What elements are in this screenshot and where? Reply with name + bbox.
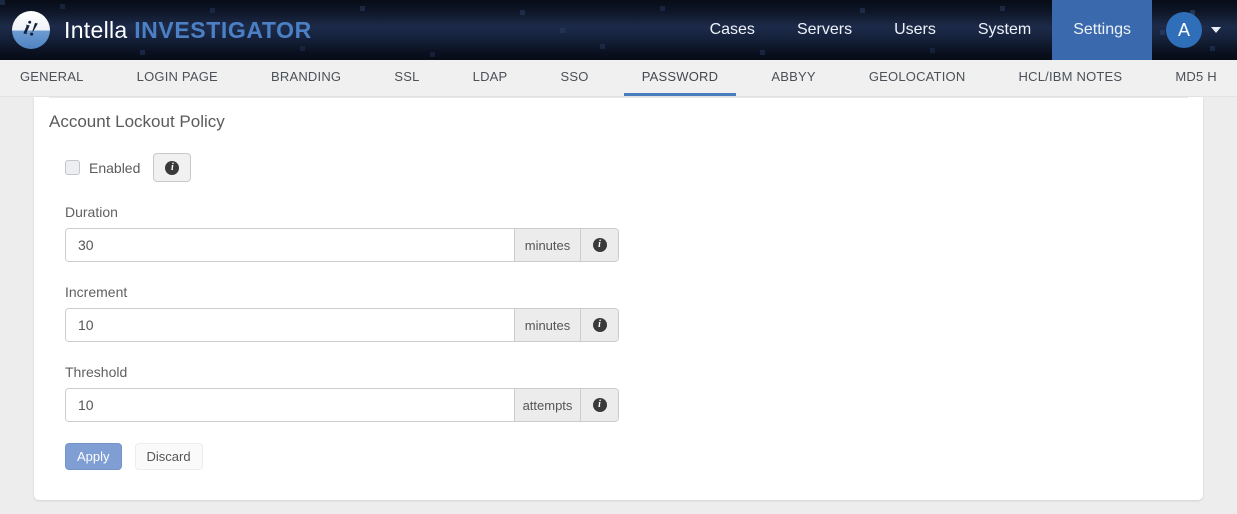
threshold-input[interactable] xyxy=(66,389,514,421)
info-icon: i xyxy=(165,161,179,175)
increment-label: Increment xyxy=(65,284,1188,300)
section-title: Account Lockout Policy xyxy=(49,112,1188,132)
increment-input[interactable] xyxy=(66,309,514,341)
increment-info-button[interactable]: i xyxy=(580,309,618,341)
intella-logo-icon: i! xyxy=(12,11,50,49)
tab-ssl[interactable]: SSL xyxy=(376,60,437,96)
tab-password[interactable]: PASSWORD xyxy=(624,60,736,96)
duration-label: Duration xyxy=(65,204,1188,220)
tab-general[interactable]: GENERAL xyxy=(2,60,102,96)
enabled-row: Enabled i xyxy=(65,153,1188,182)
increment-unit-addon: minutes xyxy=(514,309,580,341)
tab-abbyy[interactable]: ABBYY xyxy=(753,60,833,96)
duration-input-group: minutes i xyxy=(65,228,619,262)
brand-name: Intella xyxy=(64,17,127,43)
info-icon: i xyxy=(593,318,607,332)
enabled-checkbox[interactable] xyxy=(65,160,80,175)
duration-field: Duration minutes i xyxy=(65,204,1188,262)
tab-sso[interactable]: SSO xyxy=(543,60,607,96)
enabled-info-button[interactable]: i xyxy=(153,153,191,182)
tab-hcl-ibm-notes[interactable]: HCL/IBM NOTES xyxy=(1001,60,1141,96)
nav-item-users[interactable]: Users xyxy=(873,0,957,60)
nav-item-system[interactable]: System xyxy=(957,0,1052,60)
increment-input-group: minutes i xyxy=(65,308,619,342)
settings-tabbar: GENERAL LOGIN PAGE BRANDING SSL LDAP SSO… xyxy=(0,60,1237,97)
caret-down-icon xyxy=(1211,27,1221,33)
threshold-info-button[interactable]: i xyxy=(580,389,618,421)
enabled-label: Enabled xyxy=(89,160,140,176)
info-icon: i xyxy=(593,238,607,252)
user-menu[interactable]: A xyxy=(1166,12,1221,48)
section-divider xyxy=(49,97,1188,108)
tab-branding[interactable]: BRANDING xyxy=(253,60,359,96)
apply-button[interactable]: Apply xyxy=(65,443,122,470)
tab-ldap[interactable]: LDAP xyxy=(455,60,526,96)
duration-info-button[interactable]: i xyxy=(580,229,618,261)
nav-item-cases[interactable]: Cases xyxy=(689,0,776,60)
avatar[interactable]: A xyxy=(1166,12,1202,48)
increment-field: Increment minutes i xyxy=(65,284,1188,342)
content-area: Account Lockout Policy Enabled i Duratio… xyxy=(0,97,1237,514)
discard-button[interactable]: Discard xyxy=(135,443,203,470)
password-settings-card: Account Lockout Policy Enabled i Duratio… xyxy=(34,97,1203,500)
duration-unit-addon: minutes xyxy=(514,229,580,261)
app-header: i! Intella INVESTIGATOR Cases Servers Us… xyxy=(0,0,1237,60)
duration-input[interactable] xyxy=(66,229,514,261)
brand-text: Intella INVESTIGATOR xyxy=(64,17,312,44)
brand[interactable]: i! Intella INVESTIGATOR xyxy=(0,11,312,49)
tab-geolocation[interactable]: GEOLOCATION xyxy=(851,60,984,96)
main-nav: Cases Servers Users System Settings A xyxy=(689,0,1237,60)
info-icon: i xyxy=(593,398,607,412)
threshold-field: Threshold attempts i xyxy=(65,364,1188,422)
threshold-unit-addon: attempts xyxy=(514,389,580,421)
brand-product: INVESTIGATOR xyxy=(134,17,312,43)
threshold-label: Threshold xyxy=(65,364,1188,380)
form-actions: Apply Discard xyxy=(65,443,1188,470)
threshold-input-group: attempts i xyxy=(65,388,619,422)
tab-md5-hashes[interactable]: MD5 H xyxy=(1157,60,1234,96)
nav-item-servers[interactable]: Servers xyxy=(776,0,873,60)
logo-glyph: i! xyxy=(22,16,41,42)
tab-login-page[interactable]: LOGIN PAGE xyxy=(119,60,236,96)
nav-item-settings[interactable]: Settings xyxy=(1052,0,1152,60)
